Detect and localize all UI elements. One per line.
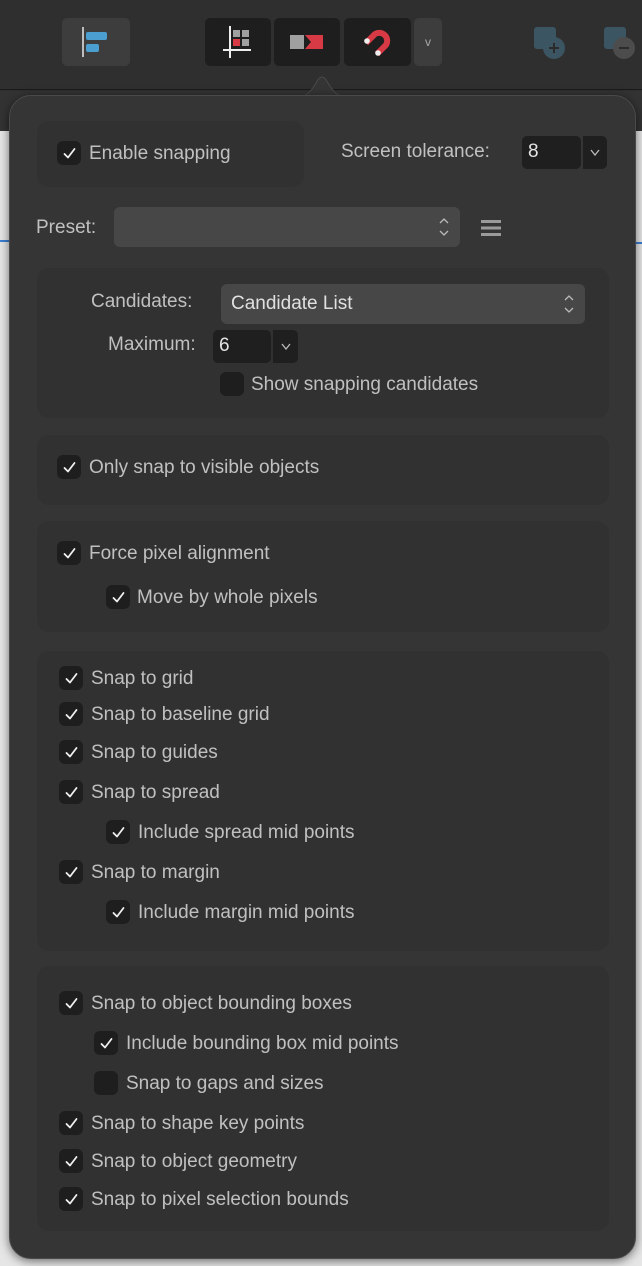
more-dropdown-button[interactable]: v [414, 18, 442, 66]
option-checkbox[interactable] [59, 860, 83, 884]
chevron-down-icon [280, 343, 291, 350]
option-checkbox[interactable] [59, 702, 83, 726]
candidates-value: Candidate List [231, 293, 353, 314]
snap-object-button[interactable] [274, 18, 340, 66]
checkmark-icon [112, 826, 124, 837]
grid-snap-icon [223, 26, 251, 58]
option-checkbox[interactable] [59, 740, 83, 764]
option-label: Snap to gaps and sizes [126, 1073, 324, 1094]
option-checkbox[interactable] [59, 666, 83, 690]
checkmark-icon [100, 1037, 112, 1048]
checkmark-icon [65, 786, 77, 797]
option-label: Snap to shape key points [91, 1113, 305, 1134]
option-label: Include bounding box mid points [126, 1033, 399, 1054]
checkmark-icon [65, 672, 77, 683]
option-label: Snap to baseline grid [91, 704, 270, 725]
option-checkbox[interactable] [59, 991, 83, 1015]
up-down-arrows-icon [439, 218, 449, 236]
option-checkbox[interactable] [106, 820, 130, 844]
screen-tolerance-input[interactable]: 8 [522, 136, 581, 169]
checkmark-icon [65, 866, 77, 877]
checkmark-icon [65, 1117, 77, 1128]
snapping-button[interactable] [344, 18, 411, 66]
snap-object-icon [290, 35, 323, 49]
magnet-icon [363, 29, 390, 57]
alignment-button[interactable] [62, 18, 130, 66]
whole-pixels-checkbox[interactable] [106, 585, 130, 609]
checkmark-icon [112, 591, 124, 602]
pixel-alignment-group: Force pixel alignment Move by whole pixe… [37, 521, 609, 632]
option-label: Snap to object bounding boxes [91, 993, 352, 1014]
option-checkbox[interactable] [106, 900, 130, 924]
add-shape-icon[interactable] [532, 24, 572, 64]
option-checkbox[interactable] [59, 780, 83, 804]
checkmark-icon [63, 547, 75, 558]
align-left-icon [82, 27, 107, 57]
option-label: Snap to grid [91, 668, 194, 689]
visible-objects-group: Only snap to visible objects [37, 435, 609, 505]
candidates-group: Candidates: Candidate List Maximum: 6 Sh… [37, 268, 609, 418]
checkmark-icon [112, 906, 124, 917]
maximum-dropdown[interactable] [273, 330, 298, 363]
option-checkbox[interactable] [59, 1187, 83, 1211]
candidates-label: Candidates: [91, 291, 193, 312]
force-pixel-label: Force pixel alignment [89, 543, 270, 564]
option-label: Snap to pixel selection bounds [91, 1189, 349, 1210]
chevron-down-icon: v [425, 35, 431, 49]
option-label: Snap to spread [91, 782, 220, 803]
enable-snapping-group: Enable snapping [37, 121, 304, 187]
show-candidates-label: Show snapping candidates [251, 374, 479, 395]
grid-snapping-group: Snap to grid Snap to baseline grid Snap to… [37, 651, 609, 951]
maximum-label: Maximum: [108, 334, 196, 355]
chevron-down-icon [590, 149, 600, 156]
popover-arrow [296, 76, 348, 97]
option-checkbox[interactable] [59, 1111, 83, 1135]
checkmark-icon [65, 708, 77, 719]
visible-only-label: Only snap to visible objects [89, 457, 320, 478]
option-checkbox[interactable] [94, 1071, 118, 1095]
screen-tolerance-dropdown[interactable] [583, 136, 607, 169]
checkmark-icon [65, 1155, 77, 1166]
option-checkbox[interactable] [94, 1031, 118, 1055]
show-candidates-checkbox[interactable] [220, 372, 244, 396]
option-label: Include margin mid points [138, 902, 355, 923]
whole-pixels-label: Move by whole pixels [137, 587, 318, 608]
preset-menu-icon[interactable] [481, 219, 501, 237]
checkmark-icon [63, 147, 75, 158]
checkmark-icon [65, 997, 77, 1008]
option-label: Snap to margin [91, 862, 220, 883]
enable-snapping-label: Enable snapping [89, 143, 231, 164]
up-down-arrows-icon [564, 295, 574, 313]
checkmark-icon [63, 461, 75, 472]
visible-only-checkbox[interactable] [57, 455, 81, 479]
option-label: Snap to object geometry [91, 1151, 297, 1172]
candidates-select[interactable]: Candidate List [221, 284, 585, 324]
maximum-input[interactable]: 6 [213, 330, 271, 363]
snapping-popover: Enable snapping Screen tolerance: 8 Pres… [9, 95, 636, 1259]
screen-tolerance-label: Screen tolerance: [341, 141, 490, 162]
force-pixel-checkbox[interactable] [57, 541, 81, 565]
preset-label: Preset: [36, 217, 97, 238]
option-label: Include spread mid points [138, 822, 355, 843]
preset-select[interactable] [114, 207, 460, 247]
option-label: Snap to guides [91, 742, 218, 763]
grid-snapping-button[interactable] [205, 18, 271, 66]
checkmark-icon [65, 746, 77, 757]
object-snapping-group: Snap to object bounding boxes Include bou… [37, 966, 609, 1231]
enable-snapping-checkbox[interactable] [57, 141, 81, 165]
subtract-shape-icon[interactable] [602, 24, 642, 64]
option-checkbox[interactable] [59, 1149, 83, 1173]
checkmark-icon [65, 1193, 77, 1204]
